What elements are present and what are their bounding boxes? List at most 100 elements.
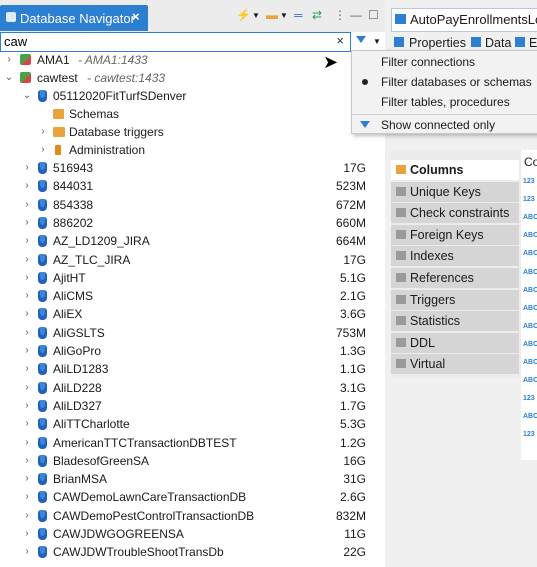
sidebar-item-check-constraints[interactable]: Check constraints [391, 203, 519, 226]
sidebar-item-statistics[interactable]: Statistics [391, 311, 519, 334]
sidebar-item-label: Unique Keys [410, 184, 481, 199]
tree-database-item[interactable]: › AliGSLTS 753M [0, 324, 368, 342]
search-box[interactable]: × [0, 32, 351, 52]
chevron-down-icon[interactable]: ⌄ [22, 87, 32, 105]
chevron-right-icon[interactable]: › [22, 543, 32, 561]
sidebar-item-label: Check constraints [410, 206, 510, 221]
chevron-right-icon[interactable]: › [22, 488, 32, 506]
database-size: 17G [343, 161, 366, 175]
chevron-right-icon[interactable]: › [22, 287, 32, 305]
collapse-all-icon[interactable]: ═ [294, 8, 303, 22]
tree-database-item[interactable]: › 886202 660M [0, 214, 368, 232]
sidebar-item-unique-keys[interactable]: Unique Keys [391, 181, 519, 204]
menu-item-label: Show connected only [381, 118, 496, 132]
tree-node-schemas[interactable]: Schemas [0, 105, 340, 123]
minimize-icon[interactable]: — [350, 8, 362, 22]
tab-er[interactable]: E [529, 36, 537, 50]
tree-connection-ama1[interactable]: › AMA1 - AMA1:1433 [0, 51, 340, 69]
chevron-right-icon[interactable]: › [22, 397, 32, 415]
sidebar-item-indexes[interactable]: Indexes [391, 246, 519, 269]
maximize-icon[interactable]: ☐ [368, 8, 379, 22]
database-navigator-tab[interactable]: Database Navigator × [0, 5, 148, 31]
tab-properties[interactable]: Properties [409, 36, 466, 50]
chevron-right-icon[interactable]: › [22, 269, 32, 287]
chevron-right-icon[interactable]: › [22, 342, 32, 360]
chevron-right-icon[interactable]: › [38, 141, 48, 159]
sidebar-item-references[interactable]: References [391, 268, 519, 290]
view-menu-icon[interactable]: ⋮ [334, 8, 346, 22]
chevron-right-icon[interactable]: › [22, 379, 32, 397]
sidebar-item-columns[interactable]: Columns [391, 160, 519, 182]
filter-icon[interactable] [356, 36, 366, 43]
tree-database-item[interactable]: › 854338 672M [0, 196, 368, 214]
chevron-right-icon[interactable]: › [22, 452, 32, 470]
tree-database-item[interactable]: › CAWJDWGOGREENSA 11G [0, 525, 368, 543]
chevron-right-icon[interactable]: › [22, 360, 32, 378]
menu-item-label: Filter tables, procedures [381, 95, 510, 109]
database-icon [38, 345, 47, 357]
menu-item-filter-tables-procedures[interactable]: Filter tables, procedures [352, 92, 537, 112]
menu-item-filter-databases-or-schemas[interactable]: Filter databases or schemas [352, 72, 537, 92]
chevron-right-icon[interactable]: › [22, 470, 32, 488]
tab-data[interactable]: Data [485, 36, 511, 50]
chevron-down-icon[interactable]: ⌄ [4, 69, 14, 87]
clear-search-icon[interactable]: × [336, 33, 344, 48]
tree-database-item[interactable]: › AliLD327 1.7G [0, 397, 368, 415]
sidebar-item-foreign-keys[interactable]: Foreign Keys [391, 224, 519, 247]
search-input[interactable] [4, 33, 324, 49]
chevron-right-icon[interactable]: › [4, 51, 14, 69]
chevron-right-icon[interactable]: › [22, 525, 32, 543]
tree-node-database-triggers[interactable]: › Database triggers [0, 123, 340, 141]
tree-database-item[interactable]: › AZ_TLC_JIRA 17G [0, 251, 368, 269]
chevron-right-icon[interactable]: › [22, 415, 32, 433]
close-icon[interactable]: × [132, 9, 140, 24]
columns-header: Co [524, 155, 537, 169]
tree-node-administration[interactable]: › Administration [0, 141, 340, 159]
chevron-down-icon[interactable]: ▼ [280, 11, 288, 20]
chevron-right-icon[interactable]: › [22, 507, 32, 525]
tree-database-item[interactable]: › 516943 17G [0, 159, 368, 177]
tree-database-item[interactable]: › CAWDemoPestControlTransactionDB 832M [0, 507, 368, 525]
tree-database-item[interactable]: › AjitHT 5.1G [0, 269, 368, 287]
chevron-right-icon[interactable]: › [22, 232, 32, 250]
folder-icon[interactable]: ▬ [266, 8, 278, 22]
tree-database-item[interactable]: › CAWDemoLawnCareTransactionDB 2.6G [0, 488, 368, 506]
tree-database-item[interactable]: › BladesofGreenSA 16G [0, 452, 368, 470]
tree-database-item[interactable]: › AZ_LD1209_JIRA 664M [0, 232, 368, 250]
database-name: CAWDemoPestControlTransactionDB [53, 508, 255, 523]
tree-database-item[interactable]: › AliGoPro 1.3G [0, 342, 368, 360]
chevron-right-icon[interactable]: › [38, 123, 48, 141]
tree-database-item[interactable]: › AliLD1283 1.1G [0, 360, 368, 378]
tree-database-expanded[interactable]: ⌄ 05112020FitTurfSDenver 9. [0, 87, 366, 105]
chevron-down-icon[interactable]: ▼ [252, 11, 260, 20]
chevron-right-icon[interactable]: › [22, 434, 32, 452]
sidebar-item-ddl[interactable]: DDL [391, 332, 519, 355]
tree-database-item[interactable]: › AliTTCharlotte 5.3G [0, 415, 368, 433]
tree-database-item[interactable]: › AliEX 3.6G [0, 305, 368, 323]
database-name: BrianMSA [53, 472, 108, 487]
new-connection-icon[interactable]: ⚡ [236, 8, 251, 22]
database-icon [38, 90, 47, 102]
tree-database-item[interactable]: › AliLD228 3.1G [0, 379, 368, 397]
link-editor-icon[interactable]: ⇄ [312, 8, 322, 22]
editor-tab-autopayenrollmentslog[interactable]: AutoPayEnrollmentsLog [391, 8, 537, 32]
menu-item-filter-connections[interactable]: Filter connections [352, 52, 537, 72]
chevron-right-icon[interactable]: › [22, 214, 32, 232]
chevron-down-icon[interactable]: ▼ [373, 37, 381, 46]
chevron-right-icon[interactable]: › [22, 305, 32, 323]
sidebar-item-label: References [410, 271, 474, 285]
tree-connection-cawtest[interactable]: ⌄ cawtest - cawtest:1433 [0, 69, 340, 87]
tree-database-item[interactable]: › 844031 523M [0, 177, 368, 195]
sidebar-item-triggers[interactable]: Triggers [391, 289, 519, 312]
tree-database-item[interactable]: › AmericanTTCTransactionDBTEST 1.2G [0, 434, 368, 452]
chevron-right-icon[interactable]: › [22, 177, 32, 195]
chevron-right-icon[interactable]: › [22, 159, 32, 177]
tree-database-item[interactable]: › AliCMS 2.1G [0, 287, 368, 305]
sidebar-item-virtual[interactable]: Virtual [391, 354, 519, 377]
chevron-right-icon[interactable]: › [22, 251, 32, 269]
chevron-right-icon[interactable]: › [22, 196, 32, 214]
tree-database-item[interactable]: › CAWJDWTroubleShootTransDb 22G [0, 543, 368, 561]
menu-item-show-connected-only[interactable]: Show connected only [352, 115, 537, 135]
tree-database-item[interactable]: › BrianMSA 31G [0, 470, 368, 488]
chevron-right-icon[interactable]: › [22, 324, 32, 342]
